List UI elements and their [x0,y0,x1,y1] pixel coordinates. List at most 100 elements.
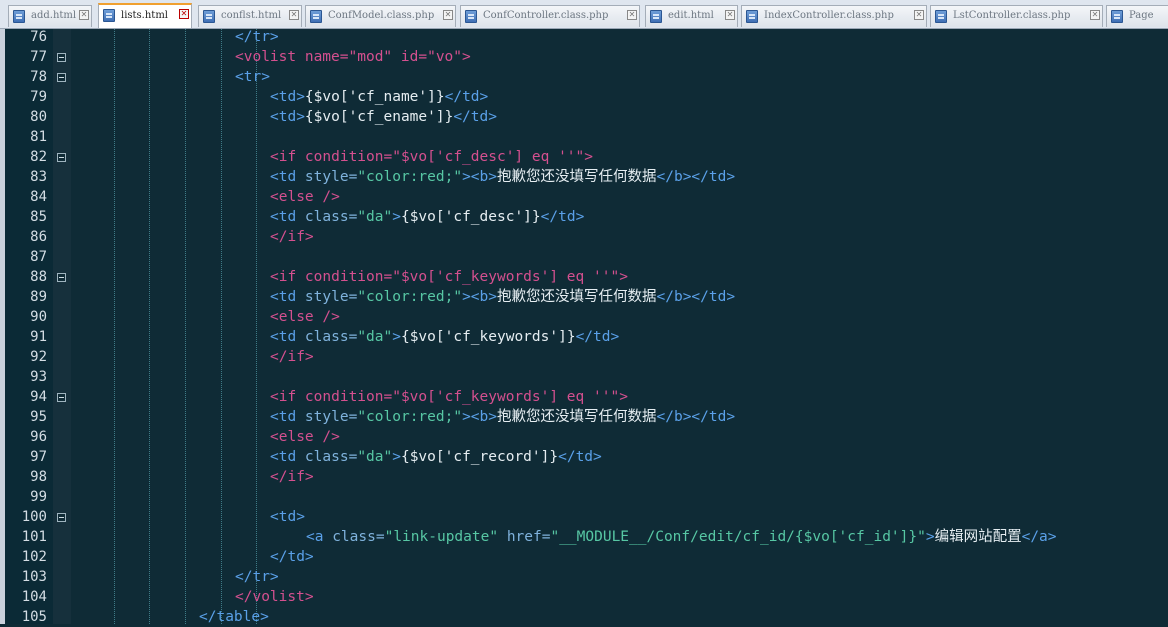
code-token-text: {$vo['cf_record']} [400,449,559,465]
line-number-gutter: 76 77 78 79 80 81 82 83 84 85 86 87 88 89 90 91 92 93 94 95… [5,29,53,625]
html-file-icon [13,10,25,23]
line-number: 94 [30,389,47,405]
code-token-attr: href= [506,529,551,545]
line-number: 96 [30,429,47,445]
close-tab-icon[interactable]: ✕ [725,10,735,20]
line-number: 79 [30,89,47,105]
close-tab-icon[interactable]: ✕ [179,9,189,19]
code-token-tag: </td> [444,89,489,105]
html-file-icon [650,10,662,23]
code-token-text: 抱歉您还没填写任何数据 [497,169,657,185]
code-line: <else /> [270,187,340,207]
code-token-tag: <td [270,209,305,225]
fold-minus-icon[interactable] [57,73,66,82]
code-token-str: "__MODULE__/Conf/edit/cf_id/{$vo['cf_id'… [550,529,926,545]
tab-edit-html[interactable]: edit.html ✕ [645,5,738,27]
line-number: 76 [30,29,47,45]
code-token-tag: ><b> [462,289,497,305]
code-token-tag: > [392,449,401,465]
fold-margin[interactable] [53,29,122,624]
code-token-tag: </tr> [235,569,279,585]
line-number: 91 [30,329,47,345]
line-number: 101 [21,529,47,545]
file-tab-bar: add.html ✕ lists.html ✕ conflst.html ✕ ConfMod… [0,0,1168,29]
line-number: 105 [21,609,47,625]
code-line: </tr> [235,567,279,587]
code-token-attr: style= [304,289,358,305]
tab-conflst-html[interactable]: conflst.html ✕ [198,5,302,27]
indent-guide [149,29,150,624]
close-tab-icon[interactable]: ✕ [289,10,299,20]
code-token-tag: <td [270,329,305,345]
line-number: 93 [30,369,47,385]
indent-guide [221,29,222,624]
code-token-tag: > [925,529,935,545]
code-editor[interactable]: </tr> <volist name="mod" id="vo"> <tr> <td >… [72,29,1168,624]
code-line: <if condition="$vo['cf_keywords'] eq ''"… [270,387,628,407]
code-line: </table> [199,607,269,624]
code-token-special: "mod" [348,49,401,65]
tab-label: add.html [31,10,77,21]
fold-minus-icon[interactable] [57,53,66,62]
code-token-str: "link-update" [384,529,507,545]
html-file-icon [1111,10,1123,23]
line-number: 77 [30,49,47,65]
line-number: 98 [30,469,47,485]
tab-indexcontroller-class-php[interactable]: IndexController.class.php ✕ [741,5,927,27]
code-token-tag: <td [270,289,305,305]
fold-minus-icon[interactable] [57,513,66,522]
html-file-icon [746,10,758,23]
code-token-special: <if condition="$vo['cf_keywords'] eq ''"… [270,269,628,285]
close-tab-icon[interactable]: ✕ [914,10,924,20]
code-token-tag: </a> [1021,529,1057,545]
line-number: 103 [21,569,47,585]
line-number: 85 [30,209,47,225]
code-token-tag: </td> [575,329,620,345]
close-tab-icon[interactable]: ✕ [627,10,637,20]
line-number: 99 [30,489,47,505]
fold-minus-icon[interactable] [57,153,66,162]
code-line: <volist name="mod" id="vo"> [235,47,471,67]
code-line: <else /> [270,427,340,447]
code-line: <tr> [235,67,270,87]
code-token-tag: </td> [270,549,314,565]
code-token-attr: class= [304,209,358,225]
tab-label: Page [1129,10,1154,21]
tab-add-html[interactable]: add.html ✕ [8,5,92,27]
line-number: 90 [30,309,47,325]
code-token-tag: <a [306,529,333,545]
tab-label: ConfModel.class.php [328,10,435,21]
close-tab-icon[interactable]: ✕ [443,10,453,20]
code-token-str: "da" [357,209,393,225]
code-line: <td class="da">{$vo['cf_desc']}</td> [270,207,584,227]
tab-label: lists.html [121,10,168,21]
html-file-icon [103,9,115,22]
code-token-tag: <td [270,449,305,465]
line-number: 102 [21,549,47,565]
tab-confmodel-class-php[interactable]: ConfModel.class.php ✕ [305,5,456,27]
code-token-tag: <td [270,169,305,185]
code-token-tag: </tr> [235,29,279,45]
indent-guide [185,29,186,624]
tab-confcontroller-class-php[interactable]: ConfController.class.php ✕ [460,5,640,27]
tab-label: edit.html [668,10,714,21]
code-token-special: </volist> [235,589,314,605]
line-number: 104 [21,589,47,605]
fold-minus-icon[interactable] [57,393,66,402]
code-token-text: {$vo['cf_keywords']} [400,329,576,345]
tab-lstcontroller-class-php[interactable]: LstController.class.php ✕ [930,5,1103,27]
close-tab-icon[interactable]: ✕ [79,10,89,20]
code-token-special: <else /> [270,189,340,205]
tab-lists-html[interactable]: lists.html ✕ [98,3,192,28]
code-token-str: "color:red;" [357,289,463,305]
close-tab-icon[interactable]: ✕ [1090,10,1100,20]
code-line: <td class="da">{$vo['cf_record']}</td> [270,447,602,467]
indent-guide [256,29,257,624]
code-line: </if> [270,467,314,487]
line-number: 82 [30,149,47,165]
code-token-str: "da" [357,329,393,345]
tab-page[interactable]: Page [1106,5,1168,27]
code-token-tag: </td> [540,209,585,225]
fold-minus-icon[interactable] [57,273,66,282]
indent-guide [114,29,115,624]
